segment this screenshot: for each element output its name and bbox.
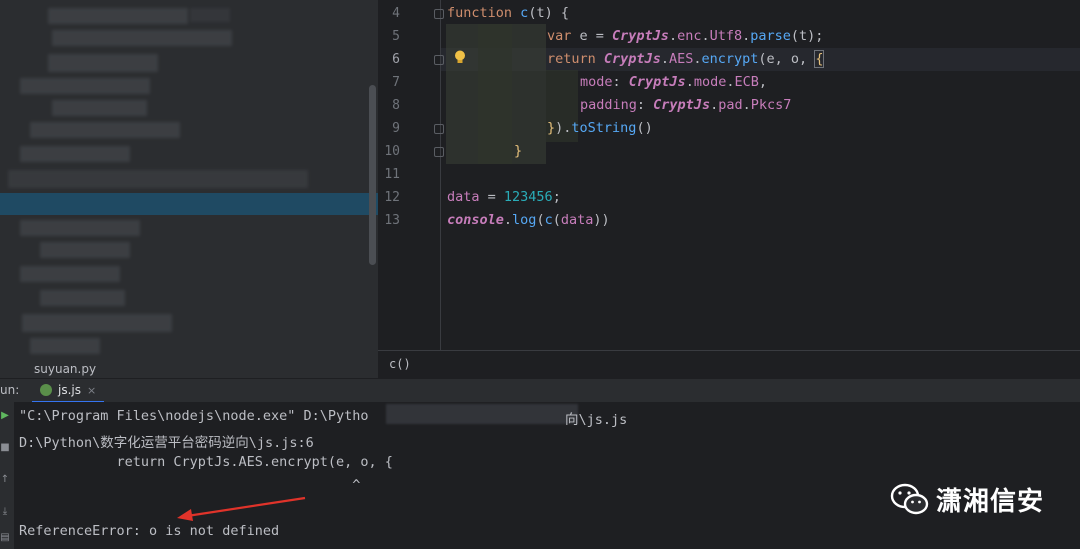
watermark: 潇湘信安: [890, 481, 1044, 518]
line-number: 7: [392, 75, 400, 90]
project-scrollbar[interactable]: [369, 85, 376, 265]
line-number: 13: [384, 213, 400, 228]
line-gutter: 4 5 6 7 8 9 10 11 12 13: [378, 0, 444, 350]
blurred-tree-item: [20, 266, 120, 282]
code-line: }: [514, 143, 523, 159]
line-number: 9: [392, 121, 400, 136]
error-line: ReferenceError: o is not defined: [19, 523, 280, 539]
blurred-tree-item: [40, 242, 130, 258]
console-line: "C:\Program Files\nodejs\node.exe" D:\Py…: [19, 408, 369, 424]
line-number: 8: [392, 98, 400, 113]
line-number: 10: [384, 144, 400, 159]
blurred-tree-item: [40, 290, 125, 306]
console-line: 向\js.js: [565, 412, 628, 428]
annotation-arrow-icon: [177, 496, 306, 521]
blurred-tree-item: [48, 8, 188, 24]
run-label: un:: [0, 383, 20, 397]
blurred-tree-item: [190, 8, 230, 22]
lightbulb-icon[interactable]: [454, 50, 466, 64]
fold-marker-icon[interactable]: [434, 124, 444, 134]
project-tree-panel: suyuan.py: [0, 0, 378, 378]
line-number: 5: [392, 29, 400, 44]
download-icon[interactable]: ⤓: [0, 506, 10, 517]
tab-label: js.js: [58, 383, 81, 397]
line-number: 6: [392, 52, 400, 67]
breadcrumb-item[interactable]: c(): [389, 357, 411, 371]
console-line: return CryptJs.AES.encrypt(e, o, {: [19, 454, 393, 470]
blurred-tree-item: [8, 170, 308, 188]
line-number: 12: [384, 190, 400, 205]
run-tool-header: un: js.js ×: [0, 378, 1080, 403]
console-line: ^: [19, 477, 361, 493]
selected-tree-row[interactable]: [0, 193, 378, 215]
shaded-region: [478, 24, 512, 164]
tab-js-js[interactable]: js.js ×: [32, 379, 105, 403]
watermark-text: 潇湘信安: [936, 487, 1045, 517]
code-line: console.log(c(data)): [447, 212, 610, 228]
line-number: 4: [392, 6, 400, 21]
blurred-tree-item: [52, 100, 147, 116]
gutter-divider: [440, 0, 441, 350]
blurred-tree-item: [48, 54, 158, 72]
console-line: D:\Python\数字化运营平台密码逆向\js.js:6: [19, 435, 314, 451]
wechat-icon: [890, 483, 929, 514]
fold-marker-icon[interactable]: [434, 55, 444, 65]
redacted-region: [386, 404, 578, 424]
close-icon[interactable]: ×: [87, 384, 96, 397]
blurred-tree-item: [20, 78, 150, 94]
blurred-tree-item: [20, 146, 130, 162]
breadcrumb: c(): [378, 350, 1080, 378]
trash-icon[interactable]: ▤: [0, 532, 10, 543]
code-line: data = 123456;: [447, 189, 561, 205]
run-toolbar: ▶ ■ ↑ ⤓ ▤: [0, 402, 14, 549]
blurred-tree-item: [30, 338, 100, 354]
code-line: padding: CryptJs.pad.Pkcs7: [580, 97, 792, 113]
rerun-icon[interactable]: ▶: [0, 410, 10, 421]
tree-file-item[interactable]: suyuan.py: [34, 362, 96, 376]
code-line: }).toString(): [547, 120, 653, 136]
blurred-tree-item: [20, 220, 140, 236]
code-line: mode: CryptJs.mode.ECB,: [580, 74, 768, 90]
fold-marker-icon[interactable]: [434, 9, 444, 19]
code-line: var e = CryptJs.enc.Utf8.parse(t);: [547, 28, 824, 44]
code-editor[interactable]: 4 5 6 7 8 9 10 11 12 13 function c(t) { …: [378, 0, 1080, 350]
blurred-tree-item: [52, 30, 232, 46]
code-line: function c(t) {: [447, 5, 569, 21]
fold-marker-icon[interactable]: [434, 147, 444, 157]
nodejs-icon: [40, 384, 52, 396]
line-number: 11: [384, 167, 400, 182]
console-output[interactable]: "C:\Program Files\nodejs\node.exe" D:\Py…: [14, 402, 1080, 549]
up-icon[interactable]: ↑: [0, 474, 10, 485]
blurred-tree-item: [30, 122, 180, 138]
stop-icon[interactable]: ■: [0, 442, 10, 453]
blurred-tree-item: [22, 314, 172, 332]
code-line: return CryptJs.AES.encrypt(e, o, {: [547, 50, 825, 68]
